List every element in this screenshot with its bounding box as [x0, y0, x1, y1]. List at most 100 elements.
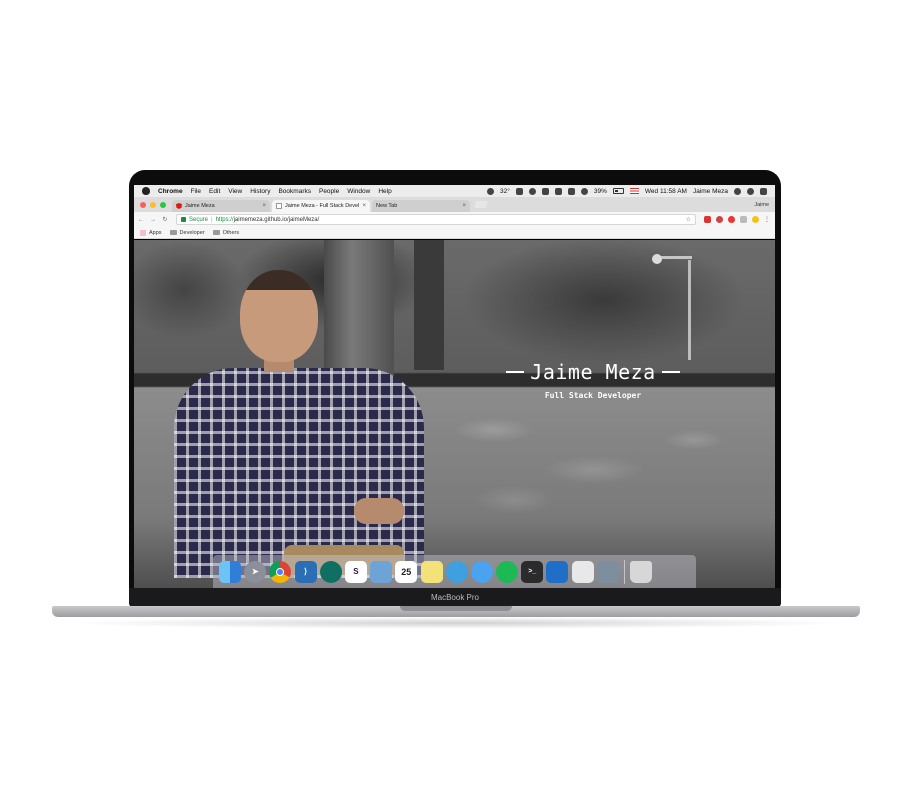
extension-icon[interactable]	[716, 216, 723, 223]
chrome-icon[interactable]	[269, 560, 292, 583]
maximize-window-icon[interactable]	[160, 201, 166, 208]
hand	[354, 498, 404, 524]
forward-icon[interactable]: →	[148, 217, 158, 223]
dropbox-icon[interactable]	[515, 187, 523, 195]
profile-photo	[154, 270, 444, 578]
battery-icon[interactable]	[612, 188, 624, 194]
finder-icon[interactable]	[219, 560, 241, 583]
extension-icon[interactable]	[740, 216, 747, 223]
menu-help[interactable]: Help	[378, 188, 391, 195]
bookmark-label: Others	[222, 229, 240, 236]
hero-name: Jaime Meza	[530, 360, 656, 384]
dock-separator	[624, 559, 625, 584]
title-dash	[506, 371, 525, 373]
url-text: jaimemeza.github.io/jaimeMeza/	[233, 216, 320, 223]
calendar-icon[interactable]: 25	[395, 560, 418, 583]
notes-icon[interactable]	[420, 560, 443, 583]
us-flag-icon[interactable]	[629, 188, 639, 194]
wifi-icon[interactable]	[580, 187, 588, 195]
extension-icon[interactable]	[704, 216, 711, 223]
bookmark-label: Apps	[149, 229, 162, 236]
mockup-stage: Chrome File Edit View History Bookmarks …	[0, 0, 900, 791]
messages-icon[interactable]	[470, 560, 493, 583]
reload-icon[interactable]: ↻	[160, 216, 170, 223]
battery-percent[interactable]: 39%	[594, 188, 607, 195]
trash-icon[interactable]	[630, 560, 653, 583]
laptop-notch	[400, 606, 512, 611]
profile-name[interactable]: Jaime	[754, 202, 775, 208]
tab-portfolio[interactable]: Jaime Meza - Full Stack Devel ×	[272, 200, 370, 212]
menu-edit[interactable]: Edit	[209, 188, 220, 195]
tweetbot-icon[interactable]	[445, 560, 468, 583]
lock-icon[interactable]	[181, 217, 186, 222]
trello-icon[interactable]	[546, 560, 569, 583]
spotify-icon[interactable]	[496, 560, 519, 583]
bookmark-label: Developer	[179, 229, 205, 236]
menu-bookmarks[interactable]: Bookmarks	[278, 188, 311, 195]
folder-icon	[169, 230, 177, 235]
preview-icon[interactable]	[370, 560, 393, 583]
bookmark-star-icon[interactable]: ☆	[686, 216, 691, 223]
menu-kebab-icon[interactable]: ⋮	[764, 216, 770, 223]
menu-view[interactable]: View	[228, 188, 242, 195]
bookmark-developer[interactable]: Developer	[169, 229, 205, 236]
close-tab-icon[interactable]: ×	[462, 203, 466, 209]
apple-icon[interactable]	[142, 187, 150, 195]
back-icon[interactable]: ←	[136, 217, 146, 223]
window-controls	[134, 201, 172, 208]
title-dash	[661, 371, 680, 373]
vscode-icon[interactable]: ⟩	[294, 560, 317, 583]
tab-jaime-meza[interactable]: Jaime Meza ×	[172, 200, 270, 212]
extensions-area: ⋮	[704, 216, 770, 223]
mac-menu-bar: Chrome File Edit View History Bookmarks …	[134, 185, 775, 197]
page-icon	[276, 203, 282, 209]
tab-title: Jaime Meza - Full Stack Devel	[285, 203, 360, 209]
weather-icon[interactable]	[487, 187, 495, 195]
menu-history[interactable]: History	[250, 188, 270, 195]
minimize-window-icon[interactable]	[150, 201, 156, 208]
angular-icon	[176, 203, 182, 209]
extension-icon[interactable]	[752, 216, 759, 223]
new-tab-button[interactable]	[474, 201, 488, 208]
status-area: 32° 39% Wed 11:58 AM Jaime Meza	[487, 187, 775, 195]
bluetooth-icon[interactable]	[567, 187, 575, 195]
siri-icon[interactable]	[747, 187, 754, 195]
close-window-icon[interactable]	[140, 201, 146, 208]
bookmark-others[interactable]: Others	[212, 229, 240, 236]
clock[interactable]: Wed 11:58 AM	[645, 188, 687, 195]
close-tab-icon[interactable]: ×	[362, 203, 366, 209]
mac-dock: ➤ ⟩ S 25 >_	[213, 555, 696, 588]
spotify-status-icon[interactable]	[528, 187, 536, 195]
laptop-screen: Chrome File Edit View History Bookmarks …	[134, 185, 775, 588]
url-scheme: https://	[215, 216, 234, 223]
gitkraken-icon[interactable]	[319, 560, 342, 583]
apps-grid-icon	[140, 229, 146, 236]
face	[240, 270, 318, 362]
opera-icon[interactable]	[728, 216, 735, 223]
spotlight-icon[interactable]	[734, 187, 741, 195]
menu-people[interactable]: People	[319, 188, 339, 195]
tab-new-tab[interactable]: New Tab ×	[372, 200, 470, 212]
tray-icon[interactable]	[541, 187, 549, 195]
close-tab-icon[interactable]: ×	[262, 203, 266, 209]
launchpad-icon[interactable]: ➤	[244, 560, 267, 583]
tab-strip: Jaime Meza × Jaime Meza - Full Stack Dev…	[134, 197, 775, 212]
menu-file[interactable]: File	[191, 188, 201, 195]
user-name[interactable]: Jaime Meza	[693, 188, 728, 195]
menu-app-name[interactable]: Chrome	[158, 188, 183, 195]
airplay-icon[interactable]	[554, 187, 562, 195]
folder-icon	[212, 230, 220, 235]
notification-center-icon[interactable]	[760, 187, 767, 195]
menu-window[interactable]: Window	[347, 188, 370, 195]
address-bar[interactable]: Secure | https:// jaimemeza.github.io/ja…	[176, 214, 696, 225]
tab-title: Jaime Meza	[185, 203, 215, 209]
terminal-icon[interactable]: >_	[521, 560, 544, 583]
bookmark-apps[interactable]: Apps	[140, 229, 162, 236]
separator: |	[211, 216, 213, 223]
street-lamp	[688, 260, 691, 360]
portfolio-page: Jaime Meza Full Stack Developer ➤ ⟩ S 25…	[134, 240, 775, 588]
temperature-label[interactable]: 32°	[500, 188, 510, 195]
image-capture-icon[interactable]	[596, 560, 619, 583]
textedit-icon[interactable]	[571, 560, 594, 583]
slack-icon[interactable]: S	[344, 560, 367, 583]
